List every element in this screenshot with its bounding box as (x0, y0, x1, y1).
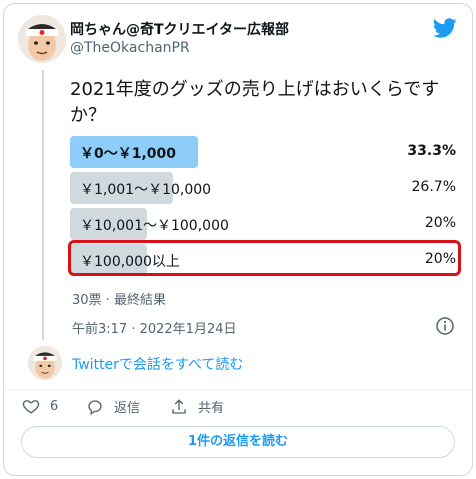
like-button[interactable]: 6 (22, 397, 58, 415)
poll-meta: 30票 · 最終結果 (72, 293, 166, 308)
highlight-annotation (68, 240, 461, 276)
poll-option: ￥10,001～￥100,000 20% (70, 208, 462, 240)
poll-option-label: ￥10,001～￥100,000 (80, 218, 229, 234)
poll-option-percent: 33.3% (407, 143, 456, 159)
like-count: 6 (50, 398, 59, 414)
share-icon (172, 398, 186, 414)
poll-option: ￥0～￥1,000 33.3% (70, 136, 462, 168)
author-avatar[interactable] (18, 15, 66, 63)
reply-button[interactable]: 返信 (86, 397, 140, 416)
timestamp[interactable]: 午前3:17 · 2022年1月24日 (72, 318, 237, 337)
read-replies-button[interactable]: 1件の返信を読む (21, 426, 455, 458)
info-icon[interactable] (435, 316, 455, 336)
twitter-bird-icon[interactable] (433, 16, 457, 40)
poll-option-percent: 26.7% (411, 179, 456, 195)
thread-line (42, 70, 44, 340)
share-button[interactable]: 共有 (170, 397, 224, 416)
author-handle[interactable]: @TheOkachanPR (70, 40, 190, 56)
reply-icon (88, 399, 102, 415)
poll-option-label: ￥0～￥1,000 (80, 146, 177, 162)
share-label: 共有 (198, 401, 225, 416)
read-conversation-link[interactable]: Twitterで会話をすべて読む (72, 354, 243, 374)
poll-option: ￥1,001～￥10,000 26.7% (70, 172, 462, 204)
poll-option-label: ￥1,001～￥10,000 (80, 182, 212, 198)
heart-icon (22, 400, 40, 414)
divider (4, 389, 472, 390)
tweet-text: 2021年度のグッズの売り上げはおいくらですか？ (70, 79, 440, 126)
author-name[interactable]: 岡ちゃん@奇Tクリエイター広報部 (70, 19, 289, 39)
reply-avatar[interactable] (28, 346, 62, 380)
poll-option-percent: 20% (424, 215, 456, 231)
reply-label: 返信 (114, 401, 141, 416)
